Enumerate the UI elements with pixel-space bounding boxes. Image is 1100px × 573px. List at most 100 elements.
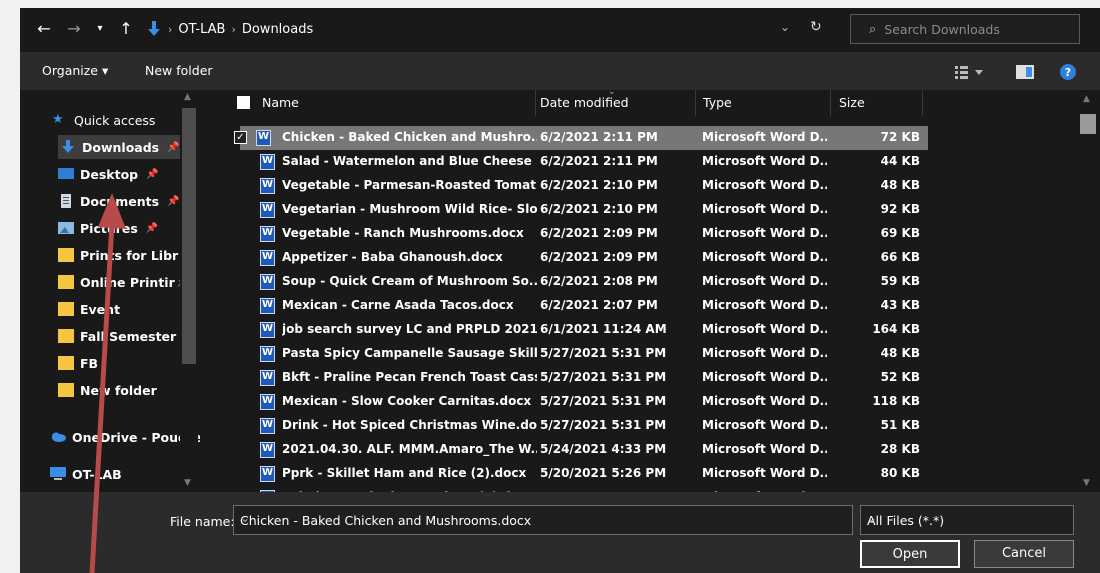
file-date-cell: 6/2/2021 2:09 PM [540, 226, 658, 240]
arrow-up-icon[interactable]: ↑ [116, 18, 136, 40]
new-folder-button[interactable]: New folder [145, 63, 213, 78]
file-row[interactable]: Mexican - Slow Cooker Carnitas.docx 5/27/… [240, 390, 928, 414]
search-placeholder: Search Downloads [884, 21, 1000, 37]
address-path[interactable]: › OT-LAB › Downloads ⌄ ↻ [140, 14, 840, 44]
folder-icon [58, 302, 74, 316]
nav-item-label: Prints for Libr [80, 247, 179, 263]
pin-icon: 📌 [145, 222, 159, 234]
nav-item-label: OT-LAB [72, 466, 122, 482]
open-button[interactable]: Open [860, 540, 960, 568]
nav-item-onedrive[interactable]: OneDrive - Poudre [50, 425, 200, 449]
file-row[interactable]: Salad - Watermelon and Blue Cheese ...6/… [240, 150, 928, 174]
nav-item-label: Desktop [80, 166, 139, 182]
cloud-icon [52, 432, 66, 442]
word-document-icon [260, 274, 275, 290]
column-divider[interactable] [830, 90, 831, 116]
file-row[interactable]: Vegetarian - Mushroom Wild Rice- Slo...6… [240, 198, 928, 222]
file-row[interactable]: 2021.04.30. ALF. MMM.Amaro_The W...5/24/… [240, 438, 928, 462]
file-row[interactable]: Appetizer - Baba Ghanoush.docx 6/2/2021 2… [240, 246, 928, 270]
nav-item-folder[interactable]: New folder [58, 378, 157, 402]
nav-item-downloads[interactable]: Downloads 📌 [58, 135, 180, 159]
word-document-icon [260, 322, 275, 338]
breadcrumb-ot-lab[interactable]: OT-LAB [178, 22, 225, 37]
nav-item-quick-access[interactable]: ★ Quick access [52, 108, 155, 132]
word-document-icon [260, 154, 275, 170]
nav-item-folder[interactable]: Event [58, 297, 120, 321]
nav-item-folder[interactable]: FB [58, 351, 98, 375]
file-row[interactable]: Soup - Quick Cream of Mushroom So...6/2/… [240, 270, 928, 294]
chevron-down-icon[interactable]: ▾ [90, 18, 110, 40]
file-list-scrollbar[interactable]: ▲ ▼ [1076, 90, 1100, 492]
file-type-cell: Microsoft Word D... [702, 370, 827, 384]
breadcrumb-downloads[interactable]: Downloads [242, 22, 313, 37]
file-row[interactable]: Pprk - Skillet Ham and Rice (2).docx 5/20… [240, 462, 928, 486]
nav-scrollbar[interactable]: ▲ ▼ [180, 90, 198, 492]
folder-icon [58, 356, 74, 370]
scroll-up-icon[interactable]: ▲ [1083, 94, 1090, 104]
chevron-down-icon[interactable]: ⌄ [240, 511, 846, 525]
scroll-up-icon[interactable]: ▲ [184, 92, 191, 102]
file-row[interactable]: Bkft - Praline Pecan French Toast Cass..… [240, 366, 928, 390]
file-name-cell: Vegetable - Parmesan-Roasted Tomat... [282, 178, 537, 192]
file-row[interactable]: Vegetable - Parmesan-Roasted Tomat...6/2… [240, 174, 928, 198]
file-name-input[interactable]: Chicken - Baked Chicken and Mushrooms.do… [233, 505, 853, 535]
file-type-cell: Microsoft Word D... [702, 466, 827, 480]
nav-item-folder[interactable]: Fall Semester 21 [58, 324, 198, 348]
word-document-icon [260, 202, 275, 218]
row-checkbox[interactable]: ✓ [234, 131, 247, 144]
arrow-left-icon[interactable]: ← [34, 18, 54, 40]
nav-scroll-thumb[interactable] [182, 108, 196, 364]
nav-item-this-pc[interactable]: OT-LAB [50, 462, 122, 486]
file-size-cell: 44 KB [880, 154, 920, 168]
file-size-cell: 28 KB [880, 442, 920, 456]
address-bar: ← → ▾ ↑ › OT-LAB › Downloads ⌄ ↻ ⌕ Searc… [20, 8, 1100, 52]
chevron-down-icon[interactable]: ⌄ [780, 20, 790, 34]
column-header-date[interactable]: Date modified [540, 95, 629, 110]
arrow-right-icon[interactable]: → [64, 18, 84, 40]
file-type-cell: Microsoft Word D... [702, 130, 827, 144]
file-date-cell: 6/2/2021 2:07 PM [540, 298, 658, 312]
search-input[interactable]: ⌕ Search Downloads [850, 14, 1080, 44]
nav-item-folder[interactable]: Online Printir 📌 [58, 270, 189, 294]
file-type-select[interactable]: All Files (*.*) ⌄ [860, 505, 1074, 535]
select-all-checkbox[interactable] [237, 96, 250, 109]
column-header-type[interactable]: Type [703, 95, 732, 110]
scroll-down-icon[interactable]: ▼ [1083, 478, 1090, 488]
file-scroll-thumb[interactable] [1080, 114, 1096, 134]
file-name-cell: Pasta Spicy Campanelle Sausage Skill... [282, 346, 537, 360]
file-type-cell: Microsoft Word D... [702, 154, 827, 168]
file-date-cell: 6/2/2021 2:10 PM [540, 178, 658, 192]
nav-item-pictures[interactable]: Pictures 📌 [58, 216, 158, 240]
nav-item-label: New folder [80, 382, 157, 398]
column-header-name[interactable]: Name [262, 95, 299, 110]
nav-item-desktop[interactable]: Desktop 📌 [58, 162, 159, 186]
file-row[interactable]: Pasta Spicy Campanelle Sausage Skill...5… [240, 342, 928, 366]
file-row[interactable]: job search survey LC and PRPLD 2021....6… [240, 318, 928, 342]
file-row[interactable]: ✓ Chicken - Baked Chicken and Mushro...6/… [234, 126, 928, 150]
nav-item-label: Documents [80, 193, 160, 209]
preview-pane-icon[interactable] [1016, 65, 1034, 79]
column-divider[interactable] [922, 90, 923, 116]
file-name-cell: Vegetarian - Mushroom Wild Rice- Slo... [282, 202, 537, 216]
file-row[interactable]: Vegetable - Ranch Mushrooms.docx 6/2/2021… [240, 222, 928, 246]
column-divider[interactable] [535, 90, 536, 116]
refresh-icon[interactable]: ↻ [810, 19, 822, 35]
help-icon[interactable]: ? [1060, 64, 1076, 80]
nav-item-documents[interactable]: Documents 📌 [58, 189, 180, 213]
cancel-button[interactable]: Cancel [974, 540, 1074, 568]
column-header-size[interactable]: Size [839, 95, 865, 110]
organize-button[interactable]: Organize ▾ [42, 63, 108, 78]
column-divider[interactable] [695, 90, 696, 116]
file-row[interactable]: Mexican - Carne Asada Tacos.docx 6/2/2021… [240, 294, 928, 318]
file-row[interactable]: Drink - Hot Spiced Christmas Wine.do...5… [240, 414, 928, 438]
file-date-cell: 5/24/2021 4:33 PM [540, 442, 667, 456]
file-name-label: File name: [170, 514, 235, 529]
file-size-cell: 80 KB [880, 466, 920, 480]
view-options-icon[interactable] [955, 65, 983, 79]
file-open-dialog: ← → ▾ ↑ › OT-LAB › Downloads ⌄ ↻ ⌕ Searc… [20, 8, 1100, 573]
file-date-cell: 6/2/2021 2:10 PM [540, 202, 658, 216]
nav-item-folder[interactable]: Prints for Libr 📌 [58, 243, 193, 267]
file-name-cell: Chicken - Baked Chicken and Mushro... [282, 130, 537, 144]
scroll-down-icon[interactable]: ▼ [184, 478, 191, 488]
search-icon: ⌕ [869, 21, 877, 37]
